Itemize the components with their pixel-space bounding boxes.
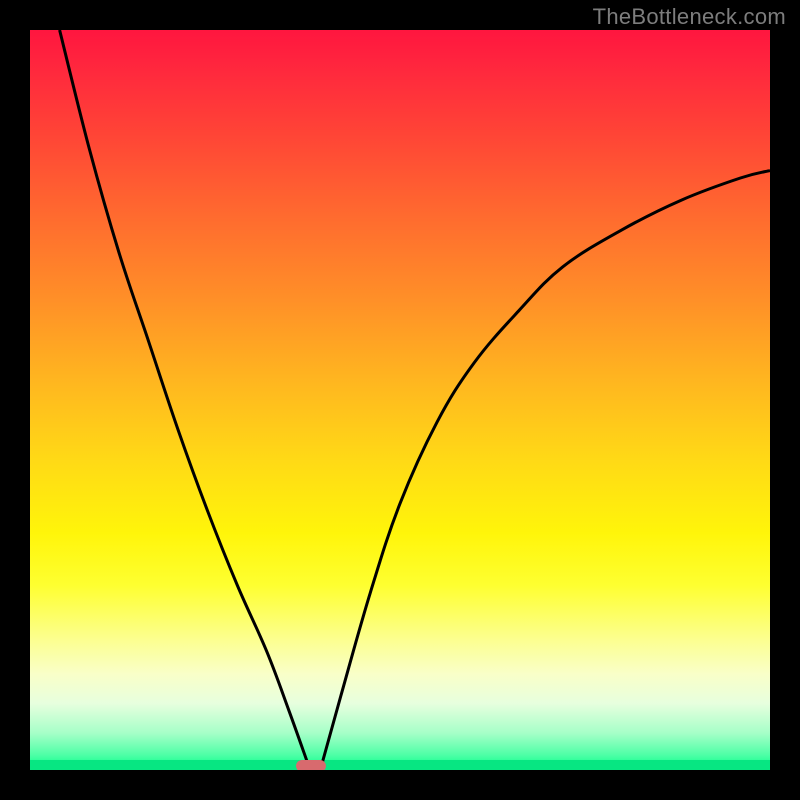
curve-right-branch bbox=[322, 171, 770, 763]
optimal-marker bbox=[296, 760, 326, 770]
chart-frame: TheBottleneck.com bbox=[0, 0, 800, 800]
plot-area bbox=[30, 30, 770, 770]
watermark-text: TheBottleneck.com bbox=[593, 4, 786, 30]
bottleneck-curve bbox=[30, 30, 770, 770]
curve-left-branch bbox=[60, 30, 308, 763]
